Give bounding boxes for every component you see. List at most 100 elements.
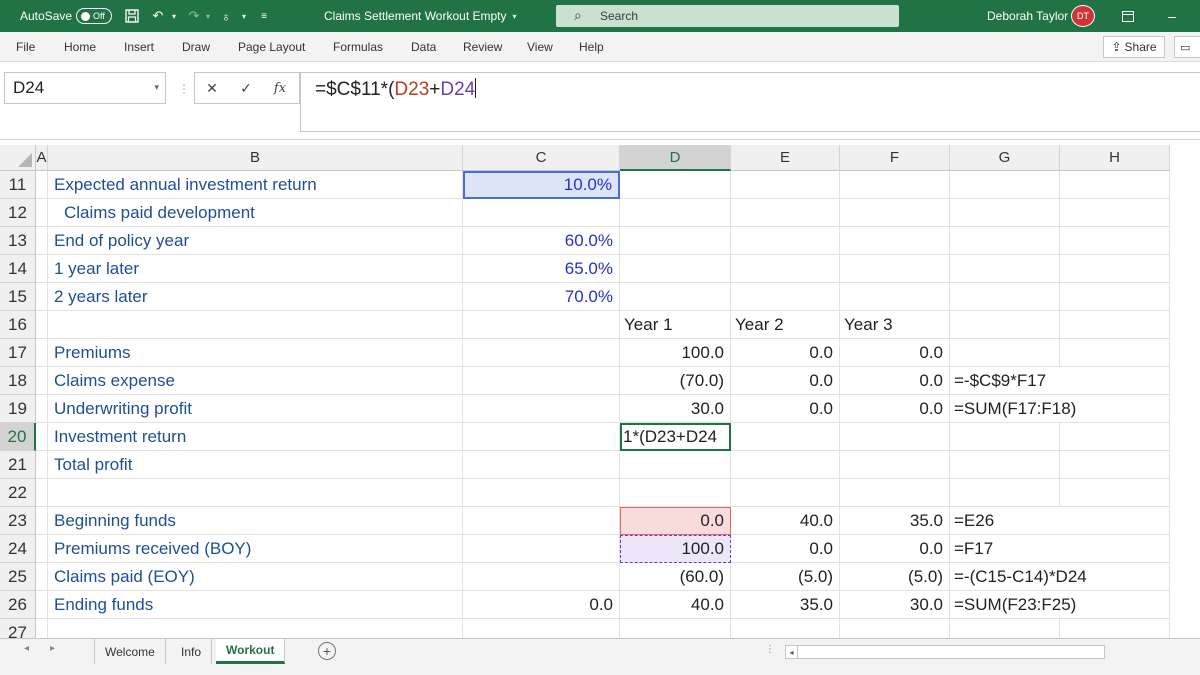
cell-e24[interactable]: 0.0 xyxy=(731,535,840,563)
cell-d13[interactable] xyxy=(620,227,731,255)
name-box-chevron-down-icon[interactable]: ▾ xyxy=(154,82,159,93)
row-header-22[interactable]: 22 xyxy=(0,479,36,507)
cell-h19[interactable] xyxy=(1060,395,1170,423)
cell-d17[interactable]: 100.0 xyxy=(620,339,731,367)
cell-f12[interactable] xyxy=(840,199,950,227)
cell-c13[interactable]: 60.0% xyxy=(463,227,620,255)
menu-review[interactable]: Review xyxy=(463,32,502,62)
cell-g23[interactable]: =E26 xyxy=(954,507,994,535)
cell-d20[interactable]: 1*(D23+D24 xyxy=(620,423,731,451)
format-painter-icon[interactable]: ♁ xyxy=(218,8,234,24)
cell-g26[interactable]: =SUM(F23:F25) xyxy=(954,591,1076,619)
cell-a11[interactable] xyxy=(36,171,48,199)
column-header-f[interactable]: F xyxy=(840,145,950,171)
cell-d16[interactable]: Year 1 xyxy=(620,311,731,339)
cell-a20[interactable] xyxy=(36,423,48,451)
avatar[interactable]: DT xyxy=(1071,5,1095,27)
cell-e14[interactable] xyxy=(731,255,840,283)
cell-h16[interactable] xyxy=(1060,311,1170,339)
column-header-e[interactable]: E xyxy=(731,145,840,171)
cell-d14[interactable] xyxy=(620,255,731,283)
column-header-d[interactable]: D xyxy=(620,145,731,171)
menu-formulas[interactable]: Formulas xyxy=(333,32,383,62)
cell-d11[interactable] xyxy=(620,171,731,199)
cell-h22[interactable] xyxy=(1060,479,1170,507)
cell-g24[interactable]: =F17 xyxy=(954,535,993,563)
cell-c16[interactable] xyxy=(463,311,620,339)
row-header-21[interactable]: 21 xyxy=(0,451,36,479)
cell-b16[interactable] xyxy=(48,311,463,339)
insert-function-icon[interactable]: fx xyxy=(263,81,297,96)
cell-a24[interactable] xyxy=(36,535,48,563)
cell-e25[interactable]: (5.0) xyxy=(731,563,840,591)
cell-a27[interactable] xyxy=(36,619,48,638)
cell-e20[interactable] xyxy=(731,423,840,451)
row-header-24[interactable]: 24 xyxy=(0,535,36,563)
cancel-icon[interactable]: ✕ xyxy=(195,80,229,97)
cell-b18[interactable]: Claims expense xyxy=(48,367,463,395)
cell-d25[interactable]: (60.0) xyxy=(620,563,731,591)
cell-f23[interactable]: 35.0 xyxy=(840,507,950,535)
cell-a13[interactable] xyxy=(36,227,48,255)
cell-h20[interactable] xyxy=(1060,423,1170,451)
cell-b25[interactable]: Claims paid (EOY) xyxy=(48,563,463,591)
row-header-25[interactable]: 25 xyxy=(0,563,36,591)
cell-d19[interactable]: 30.0 xyxy=(620,395,731,423)
cell-e26[interactable]: 35.0 xyxy=(731,591,840,619)
cell-b15[interactable]: 2 years later xyxy=(48,283,463,311)
row-header-14[interactable]: 14 xyxy=(0,255,36,283)
select-all-corner[interactable] xyxy=(0,145,36,171)
cell-a18[interactable] xyxy=(36,367,48,395)
cell-h26[interactable] xyxy=(1060,591,1170,619)
next-sheet-icon[interactable]: ▸ xyxy=(50,643,55,654)
cell-d27[interactable] xyxy=(620,619,731,638)
spreadsheet-grid[interactable]: A B C D E F G H 11 Expected annual investment ret… xyxy=(0,145,1200,638)
menu-data[interactable]: Data xyxy=(411,32,436,62)
menu-home[interactable]: Home xyxy=(64,32,96,62)
cell-e21[interactable] xyxy=(731,451,840,479)
menu-help[interactable]: Help xyxy=(579,32,604,62)
cell-e27[interactable] xyxy=(731,619,840,638)
cell-b27[interactable] xyxy=(48,619,463,638)
cell-e16[interactable]: Year 2 xyxy=(731,311,840,339)
menu-insert[interactable]: Insert xyxy=(124,32,154,62)
autosave-toggle[interactable]: Off xyxy=(76,8,112,24)
add-sheet-button[interactable]: + xyxy=(318,642,336,660)
cell-a22[interactable] xyxy=(36,479,48,507)
cell-e22[interactable] xyxy=(731,479,840,507)
cell-h27[interactable] xyxy=(1060,619,1170,638)
scroll-divider-icon[interactable]: ⋮ xyxy=(765,644,775,655)
cell-c20[interactable] xyxy=(463,423,620,451)
cell-b13[interactable]: End of policy year xyxy=(48,227,463,255)
cell-c11[interactable]: 10.0% xyxy=(463,171,620,199)
cell-b17[interactable]: Premiums xyxy=(48,339,463,367)
cell-h21[interactable] xyxy=(1060,451,1170,479)
undo-icon[interactable]: ↶ xyxy=(150,8,166,24)
cell-f27[interactable] xyxy=(840,619,950,638)
cell-e18[interactable]: 0.0 xyxy=(731,367,840,395)
cell-h17[interactable] xyxy=(1060,339,1170,367)
cell-d12[interactable] xyxy=(620,199,731,227)
formula-input[interactable]: =$C$11*(D23+D24 xyxy=(300,72,1200,132)
cell-b24[interactable]: Premiums received (BOY) xyxy=(48,535,463,563)
drag-handle-icon[interactable]: ⋮ xyxy=(178,82,190,96)
cell-c22[interactable] xyxy=(463,479,620,507)
save-icon[interactable] xyxy=(124,8,140,24)
cell-f26[interactable]: 30.0 xyxy=(840,591,950,619)
cell-h12[interactable] xyxy=(1060,199,1170,227)
cell-f16[interactable]: Year 3 xyxy=(840,311,950,339)
cell-b14[interactable]: 1 year later xyxy=(48,255,463,283)
menu-file[interactable]: File xyxy=(16,32,35,62)
cell-b12[interactable]: Claims paid development xyxy=(48,199,463,227)
cell-e12[interactable] xyxy=(731,199,840,227)
cell-e23[interactable]: 40.0 xyxy=(731,507,840,535)
undo-dropdown-icon[interactable]: ▾ xyxy=(166,8,182,24)
cell-a14[interactable] xyxy=(36,255,48,283)
cell-f14[interactable] xyxy=(840,255,950,283)
cell-e15[interactable] xyxy=(731,283,840,311)
cell-h13[interactable] xyxy=(1060,227,1170,255)
menu-draw[interactable]: Draw xyxy=(182,32,210,62)
cell-h15[interactable] xyxy=(1060,283,1170,311)
cell-d18[interactable]: (70.0) xyxy=(620,367,731,395)
row-header-12[interactable]: 12 xyxy=(0,199,36,227)
